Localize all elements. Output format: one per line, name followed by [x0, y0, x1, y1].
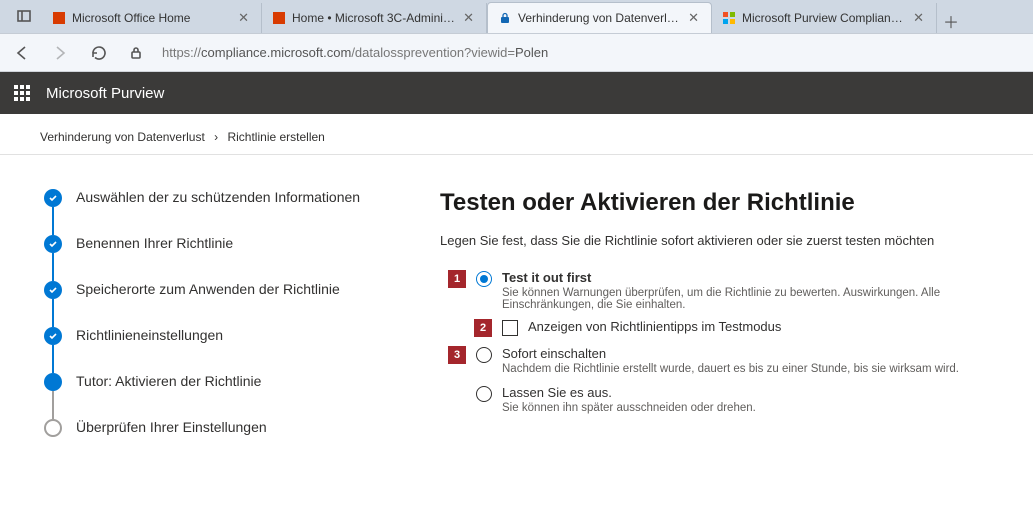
browser-chrome: Microsoft Office Home ✕ Home • Microsoft… — [0, 0, 1033, 72]
annotation-badge: 3 — [448, 346, 466, 364]
option-desc: Sie können Warnungen überprüfen, um die … — [502, 287, 1013, 311]
lock-icon — [498, 11, 512, 25]
step-label: Speicherorte zum Anwenden der Richtlinie — [76, 281, 340, 297]
refresh-icon — [90, 44, 107, 61]
option-desc: Sie können ihn später ausschneiden oder … — [502, 402, 756, 414]
wizard-step[interactable]: Richtlinieneinstellungen — [44, 327, 420, 373]
tab-title: Verhinderung von Datenverlust • Microsof… — [518, 11, 680, 25]
option-label: Test it out first — [502, 270, 1013, 285]
option-show-tips[interactable]: 2 Anzeigen von Richtlinientipps im Testm… — [502, 319, 1013, 336]
app-launcher-icon[interactable] — [14, 85, 30, 101]
step-bullet-done — [44, 327, 62, 345]
url-path: /datalossprevention?viewid= — [351, 45, 515, 60]
annotation-badge: 2 — [474, 319, 492, 337]
close-icon[interactable]: ✕ — [461, 10, 476, 26]
wizard-step[interactable]: Speicherorte zum Anwenden der Richtlinie — [44, 281, 420, 327]
content-pane: Testen oder Aktivieren der Richtlinie Le… — [440, 155, 1033, 485]
option-turn-on[interactable]: 3 Sofort einschalten Nachdem die Richtli… — [476, 346, 1013, 375]
url-tail: Polen — [515, 45, 548, 60]
refresh-button[interactable] — [86, 41, 110, 65]
breadcrumb-current: Richtlinie erstellen — [227, 130, 324, 144]
wizard-step[interactable]: Benennen Ihrer Richtlinie — [44, 235, 420, 281]
tab-office-home[interactable]: Microsoft Office Home ✕ — [42, 3, 262, 33]
tab-title: Home • Microsoft 3C-Administrator — [292, 11, 455, 25]
checkbox-unchecked[interactable] — [502, 320, 518, 336]
annotation-badge: 1 — [448, 270, 466, 288]
step-label: Richtlinieneinstellungen — [76, 327, 223, 343]
close-icon[interactable]: ✕ — [236, 10, 251, 26]
microsoft-icon — [722, 11, 736, 25]
tab-compliance[interactable]: Microsoft Purview Compliance I ✕ — [712, 3, 937, 33]
app-header: Microsoft Purview — [0, 72, 1033, 114]
option-leave-off[interactable]: Lassen Sie es aus. Sie können ihn später… — [476, 385, 1013, 414]
tab-strip: Microsoft Office Home ✕ Home • Microsoft… — [0, 0, 1033, 34]
step-bullet-done — [44, 235, 62, 253]
product-name: Microsoft Purview — [46, 85, 164, 102]
back-button[interactable] — [10, 41, 34, 65]
radio-selected[interactable] — [476, 271, 492, 287]
option-label: Sofort einschalten — [502, 346, 959, 361]
tab-title: Microsoft Office Home — [72, 11, 230, 25]
wizard-steps: Auswählen der zu schützenden Information… — [0, 155, 440, 485]
step-bullet-current — [44, 373, 62, 391]
arrow-right-icon — [51, 44, 69, 62]
close-icon[interactable]: ✕ — [911, 10, 926, 26]
step-label: Benennen Ihrer Richtlinie — [76, 235, 233, 251]
wizard-step[interactable]: Auswählen der zu schützenden Information… — [44, 189, 420, 235]
option-label: Anzeigen von Richtlinientipps im Testmod… — [528, 319, 781, 334]
address-bar: https://compliance.microsoft.com/datalos… — [0, 34, 1033, 72]
site-info-button[interactable] — [124, 41, 148, 65]
step-label: Auswählen der zu schützenden Information… — [76, 189, 360, 205]
window-controls[interactable] — [6, 0, 42, 33]
url-display[interactable]: https://compliance.microsoft.com/datalos… — [162, 45, 548, 60]
arrow-left-icon — [13, 44, 31, 62]
tab-admin[interactable]: Home • Microsoft 3C-Administrator ✕ — [262, 3, 487, 33]
office-icon — [272, 11, 286, 25]
sidebar-toggle-icon — [17, 9, 31, 23]
breadcrumb-separator: › — [214, 130, 218, 144]
step-bullet-done — [44, 281, 62, 299]
url-host: compliance.microsoft.com — [201, 45, 351, 60]
tab-dlp[interactable]: Verhinderung von Datenverlust • Microsof… — [487, 2, 712, 33]
tab-title: Microsoft Purview Compliance I — [742, 11, 905, 25]
wizard-step-current[interactable]: Tutor: Aktivieren der Richtlinie — [44, 373, 420, 419]
forward-button — [48, 41, 72, 65]
option-desc: Nachdem die Richtlinie erstellt wurde, d… — [502, 363, 959, 375]
new-tab-button[interactable]: ＋ — [937, 9, 965, 33]
step-bullet-done — [44, 189, 62, 207]
page-subtitle: Legen Sie fest, dass Sie die Richtlinie … — [440, 233, 1013, 248]
breadcrumb-parent[interactable]: Verhinderung von Datenverlust — [40, 130, 205, 144]
office-icon — [52, 11, 66, 25]
breadcrumb: Verhinderung von Datenverlust › Richtlin… — [0, 114, 1033, 155]
radio-unselected[interactable] — [476, 347, 492, 363]
option-label: Lassen Sie es aus. — [502, 385, 756, 400]
step-label: Überprüfen Ihrer Einstellungen — [76, 419, 267, 435]
step-label: Tutor: Aktivieren der Richtlinie — [76, 373, 261, 389]
url-protocol: https:// — [162, 45, 201, 60]
close-icon[interactable]: ✕ — [686, 10, 701, 26]
wizard-step[interactable]: Überprüfen Ihrer Einstellungen — [44, 419, 420, 465]
option-test-first[interactable]: 1 Test it out first Sie können Warnungen… — [476, 270, 1013, 311]
page-title: Testen oder Aktivieren der Richtlinie — [440, 189, 1013, 217]
lock-icon — [129, 46, 143, 60]
radio-unselected[interactable] — [476, 386, 492, 402]
step-bullet-future — [44, 419, 62, 437]
